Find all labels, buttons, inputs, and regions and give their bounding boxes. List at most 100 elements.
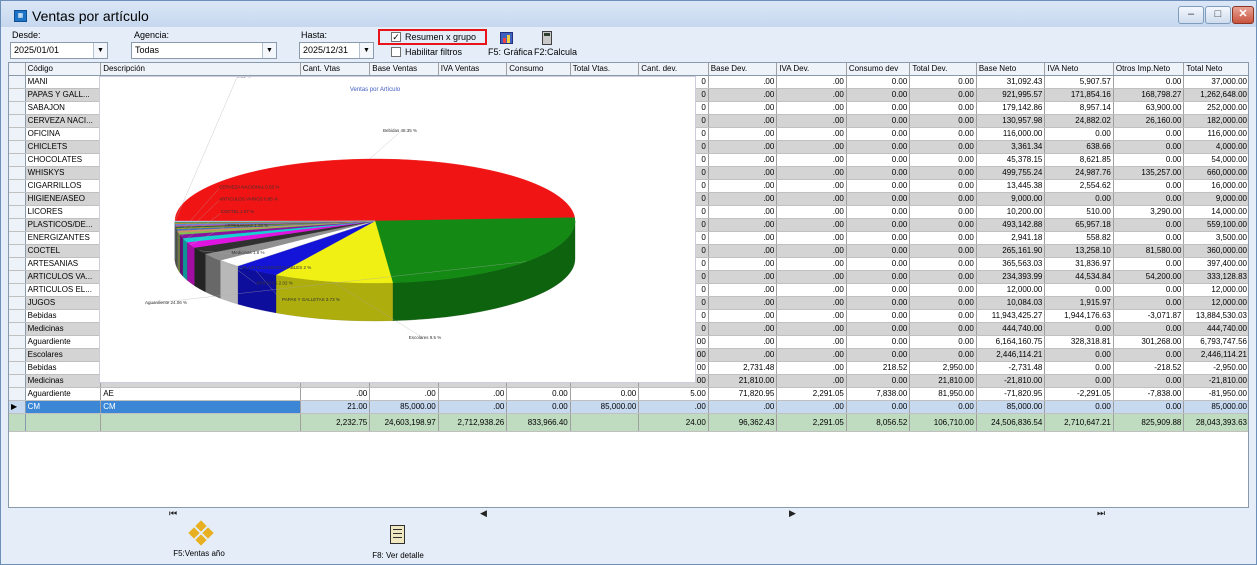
table-cell[interactable]: SABAJON bbox=[25, 101, 102, 115]
table-cell[interactable]: CIGARRILLOS bbox=[25, 179, 102, 193]
table-cell[interactable]: 0.00 bbox=[1113, 283, 1185, 297]
table-cell[interactable]: 660,000.00 bbox=[1183, 166, 1248, 180]
table-cell[interactable]: 9,000.00 bbox=[976, 192, 1046, 206]
table-row[interactable]: ▶ CM CM 21.00 85,000.00.00 0.00 85,000.00.00.0… bbox=[9, 400, 1248, 414]
table-cell[interactable]: .00 bbox=[776, 244, 847, 258]
table-cell[interactable]: 301,268.00 bbox=[1113, 335, 1185, 349]
table-cell[interactable]: 0.00 bbox=[1113, 140, 1185, 154]
table-cell[interactable]: 234,393.99 bbox=[976, 270, 1046, 284]
table-cell[interactable]: .00 bbox=[708, 153, 778, 167]
table-cell[interactable]: 638.66 bbox=[1044, 140, 1114, 154]
row-indicator[interactable] bbox=[9, 322, 26, 336]
table-cell[interactable]: 0.00 bbox=[846, 114, 911, 128]
row-indicator[interactable] bbox=[9, 257, 26, 271]
table-cell[interactable]: 333,128.83 bbox=[1183, 270, 1248, 284]
table-cell[interactable]: 0.00 bbox=[909, 335, 977, 349]
table-cell[interactable]: -21,810.00 bbox=[1183, 374, 1248, 388]
table-cell[interactable]: .00 bbox=[776, 374, 847, 388]
table-cell[interactable]: 0.00 bbox=[846, 179, 911, 193]
ver-detalle-label[interactable]: F8: Ver detalle bbox=[358, 551, 438, 560]
table-cell[interactable]: .00 bbox=[776, 322, 847, 336]
table-cell[interactable]: 26,160.00 bbox=[1113, 114, 1185, 128]
table-cell[interactable]: .00 bbox=[776, 75, 847, 89]
table-cell[interactable]: 0.00 bbox=[1113, 192, 1185, 206]
table-cell[interactable]: 81,950.00 bbox=[909, 387, 977, 401]
table-cell[interactable]: JUGOS bbox=[25, 296, 102, 310]
table-cell[interactable]: Medicinas bbox=[25, 374, 102, 388]
table-cell[interactable]: .00 bbox=[776, 127, 847, 141]
table-cell[interactable]: 0.00 bbox=[1044, 374, 1114, 388]
table-cell[interactable]: 0.00 bbox=[909, 309, 977, 323]
table-cell[interactable]: 0.00 bbox=[909, 75, 977, 89]
table-cell[interactable]: 2,731.48 bbox=[708, 361, 778, 375]
table-cell[interactable]: 0.00 bbox=[1113, 153, 1185, 167]
table-cell[interactable]: PLASTICOS/DE... bbox=[25, 218, 102, 232]
table-cell[interactable]: PAPAS Y GALL... bbox=[25, 88, 102, 102]
table-cell[interactable]: 2,950.00 bbox=[909, 361, 977, 375]
grafica-label[interactable]: F5: Gráfica bbox=[488, 47, 533, 57]
table-cell[interactable]: 0.00 bbox=[1113, 374, 1185, 388]
detail-icon[interactable] bbox=[390, 525, 405, 544]
row-indicator[interactable] bbox=[9, 244, 26, 258]
table-cell[interactable]: .00 bbox=[776, 296, 847, 310]
table-cell[interactable]: .00 bbox=[708, 270, 778, 284]
table-cell[interactable]: .00 bbox=[708, 322, 778, 336]
table-cell[interactable]: 0.00 bbox=[846, 153, 911, 167]
table-cell[interactable]: 510.00 bbox=[1044, 205, 1114, 219]
column-header[interactable]: Base Dev. bbox=[708, 63, 778, 76]
table-cell[interactable]: 0.00 bbox=[846, 322, 911, 336]
table-cell[interactable]: LICORES bbox=[25, 205, 102, 219]
column-header[interactable]: Consumo dev bbox=[846, 63, 911, 76]
table-cell[interactable]: .00 bbox=[708, 101, 778, 115]
table-cell[interactable]: 6,164,160.75 bbox=[976, 335, 1046, 349]
table-cell[interactable]: 252,000.00 bbox=[1183, 101, 1248, 115]
row-indicator[interactable] bbox=[9, 387, 26, 401]
table-cell[interactable]: 85,000.00 bbox=[369, 400, 439, 414]
table-cell[interactable]: 0.00 bbox=[909, 244, 977, 258]
row-indicator[interactable] bbox=[9, 374, 26, 388]
table-cell[interactable]: Escolares bbox=[25, 348, 102, 362]
table-cell[interactable]: 444,740.00 bbox=[976, 322, 1046, 336]
table-cell[interactable]: 10,084.03 bbox=[976, 296, 1046, 310]
table-cell[interactable]: 81,580.00 bbox=[1113, 244, 1185, 258]
table-cell[interactable]: 0.00 bbox=[1113, 231, 1185, 245]
table-cell[interactable]: 54,000.00 bbox=[1183, 153, 1248, 167]
table-cell[interactable]: CM bbox=[100, 400, 301, 414]
row-indicator[interactable] bbox=[9, 296, 26, 310]
table-cell[interactable]: 0.00 bbox=[846, 218, 911, 232]
table-cell[interactable]: .00 bbox=[438, 387, 508, 401]
table-cell[interactable]: 11,943,425.27 bbox=[976, 309, 1046, 323]
prev-page-icon[interactable]: ◀ bbox=[480, 508, 487, 519]
table-cell[interactable]: 65,957.18 bbox=[1044, 218, 1114, 232]
table-cell[interactable]: 0.00 bbox=[846, 101, 911, 115]
table-cell[interactable]: .00 bbox=[776, 153, 847, 167]
table-cell[interactable]: 13,445.38 bbox=[976, 179, 1046, 193]
table-cell[interactable]: ENERGIZANTES bbox=[25, 231, 102, 245]
table-cell[interactable]: 85,000.00 bbox=[570, 400, 640, 414]
table-cell[interactable]: 0.00 bbox=[1044, 192, 1114, 206]
table-cell[interactable]: 0.00 bbox=[909, 257, 977, 271]
table-cell[interactable]: Medicinas bbox=[25, 322, 102, 336]
table-cell[interactable]: .00 bbox=[776, 192, 847, 206]
table-cell[interactable]: .00 bbox=[776, 335, 847, 349]
next-page-icon[interactable]: ▶ bbox=[789, 508, 796, 519]
table-cell[interactable]: ARTICULOS EL... bbox=[25, 283, 102, 297]
table-cell[interactable]: 360,000.00 bbox=[1183, 244, 1248, 258]
table-cell[interactable]: HIGIENE/ASEO bbox=[25, 192, 102, 206]
table-cell[interactable]: 0.00 bbox=[1044, 361, 1114, 375]
table-cell[interactable]: 0.00 bbox=[846, 205, 911, 219]
table-cell[interactable]: 71,820.95 bbox=[708, 387, 778, 401]
column-header[interactable]: Total Neto bbox=[1183, 63, 1248, 76]
table-cell[interactable]: .00 bbox=[708, 309, 778, 323]
chevron-down-icon[interactable]: ▼ bbox=[359, 43, 373, 58]
table-cell[interactable]: 0.00 bbox=[846, 127, 911, 141]
table-cell[interactable]: 44,534.84 bbox=[1044, 270, 1114, 284]
table-cell[interactable]: 0.00 bbox=[846, 374, 911, 388]
table-cell[interactable]: 54,200.00 bbox=[1113, 270, 1185, 284]
table-cell[interactable]: 3,361.34 bbox=[976, 140, 1046, 154]
table-cell[interactable]: .00 bbox=[708, 140, 778, 154]
table-cell[interactable]: .00 bbox=[708, 88, 778, 102]
table-cell[interactable]: 7,838.00 bbox=[846, 387, 911, 401]
table-cell[interactable]: 2,554.62 bbox=[1044, 179, 1114, 193]
table-cell[interactable]: MANI bbox=[25, 75, 102, 89]
